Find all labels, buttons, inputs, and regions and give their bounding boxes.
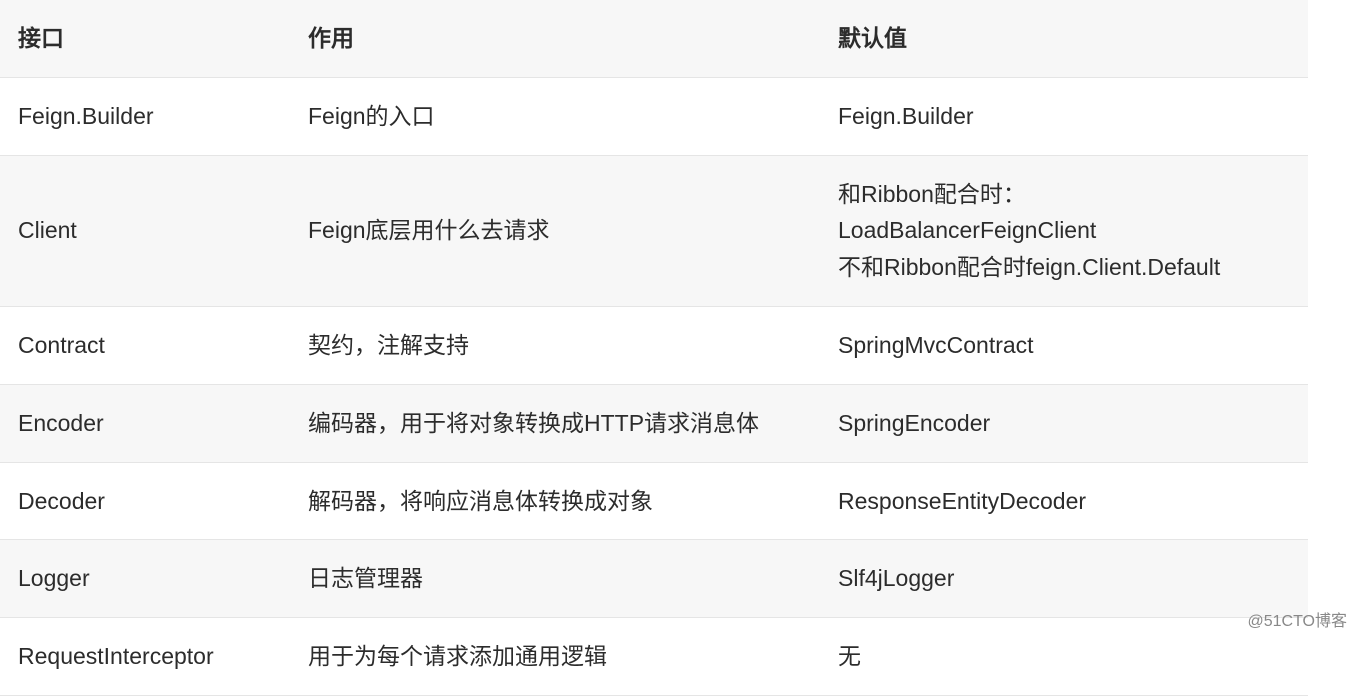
cell-purpose: 日志管理器: [290, 540, 820, 618]
table-header: 接口 作用 默认值: [0, 0, 1308, 77]
table-row: RequestInterceptor 用于为每个请求添加通用逻辑 无: [0, 618, 1308, 696]
cell-interface: Contract: [0, 306, 290, 384]
cell-purpose: 契约，注解支持: [290, 306, 820, 384]
cell-default: SpringEncoder: [820, 384, 1308, 462]
table-row: Logger 日志管理器 Slf4jLogger: [0, 540, 1308, 618]
table-row: Contract 契约，注解支持 SpringMvcContract: [0, 306, 1308, 384]
cell-purpose: 编码器，用于将对象转换成HTTP请求消息体: [290, 384, 820, 462]
header-purpose: 作用: [290, 0, 820, 77]
cell-default: 和Ribbon配合时： LoadBalancerFeignClient 不和Ri…: [820, 155, 1308, 306]
cell-interface: Client: [0, 155, 290, 306]
cell-interface: Logger: [0, 540, 290, 618]
feign-config-table: 接口 作用 默认值 Feign.Builder Feign的入口 Feign.B…: [0, 0, 1308, 696]
cell-interface: Encoder: [0, 384, 290, 462]
table-row: Client Feign底层用什么去请求 和Ribbon配合时： LoadBal…: [0, 155, 1308, 306]
cell-default: Feign.Builder: [820, 77, 1308, 155]
cell-purpose: Feign底层用什么去请求: [290, 155, 820, 306]
table-row: Encoder 编码器，用于将对象转换成HTTP请求消息体 SpringEnco…: [0, 384, 1308, 462]
table-row: Feign.Builder Feign的入口 Feign.Builder: [0, 77, 1308, 155]
cell-purpose: 解码器，将响应消息体转换成对象: [290, 462, 820, 540]
cell-default: SpringMvcContract: [820, 306, 1308, 384]
table: 接口 作用 默认值 Feign.Builder Feign的入口 Feign.B…: [0, 0, 1308, 696]
table-body: Feign.Builder Feign的入口 Feign.Builder Cli…: [0, 77, 1308, 695]
cell-purpose: 用于为每个请求添加通用逻辑: [290, 618, 820, 696]
header-interface: 接口: [0, 0, 290, 77]
cell-purpose: Feign的入口: [290, 77, 820, 155]
cell-default: 无: [820, 618, 1308, 696]
header-default: 默认值: [820, 0, 1308, 77]
cell-default: Slf4jLogger: [820, 540, 1308, 618]
watermark-text: @51CTO博客: [1247, 607, 1347, 631]
table-row: Decoder 解码器，将响应消息体转换成对象 ResponseEntityDe…: [0, 462, 1308, 540]
cell-interface: Feign.Builder: [0, 77, 290, 155]
cell-default: ResponseEntityDecoder: [820, 462, 1308, 540]
cell-interface: Decoder: [0, 462, 290, 540]
cell-interface: RequestInterceptor: [0, 618, 290, 696]
